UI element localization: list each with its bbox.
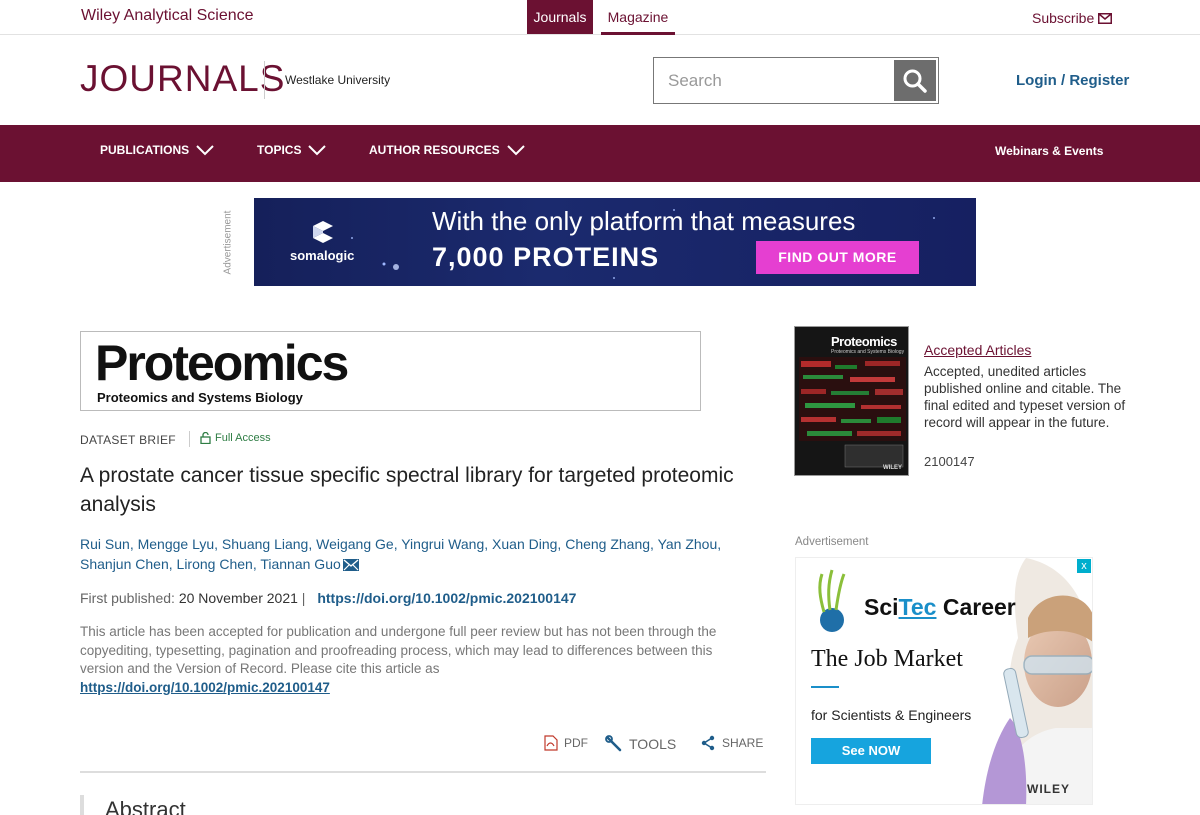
chevron-down-icon [506, 145, 525, 156]
brand-tec: Tec [898, 594, 937, 620]
journal-cover-image[interactable]: Proteomics Proteomics and Systems Biolog… [794, 326, 909, 476]
nav-publications-label: PUBLICATIONS [100, 143, 190, 157]
tab-magazine[interactable]: Magazine [601, 0, 675, 35]
accepted-article-notice: This article has been accepted for publi… [80, 623, 740, 697]
article-tools-bar: PDF TOOLS SHARE [544, 735, 766, 753]
author-link[interactable]: Cheng Zhang [565, 536, 650, 552]
search-button[interactable] [894, 60, 936, 101]
pdf-button[interactable]: PDF [544, 735, 588, 751]
author-link[interactable]: Tiannan Guo [260, 556, 340, 572]
first-published-date: 20 November 2021 [178, 590, 298, 606]
cover-title: Proteomics [831, 334, 897, 349]
cover-publisher: WILEY [883, 465, 902, 471]
separator: | [301, 590, 310, 606]
nav-topics-label: TOPICS [257, 143, 302, 157]
doi-link[interactable]: https://doi.org/10.1002/pmic.202100147 [317, 590, 576, 606]
abstract-accent-bar [80, 795, 84, 815]
author-link[interactable]: Yan Zhou [658, 536, 718, 552]
access-badge: Full Access [200, 432, 271, 444]
sidebar-ad-label: Advertisement [795, 536, 869, 548]
accepted-articles-link[interactable]: Accepted Articles [924, 342, 1031, 358]
brand-career: Career [936, 594, 1016, 620]
access-label: Full Access [215, 432, 271, 444]
nav-author-resources[interactable]: AUTHOR RESOURCES [369, 143, 526, 157]
wrench-icon [605, 735, 622, 752]
author-link[interactable]: Yingrui Wang [401, 536, 484, 552]
article-title: A prostate cancer tissue specific spectr… [80, 464, 734, 516]
unlock-icon [200, 432, 211, 444]
search-input[interactable] [654, 58, 894, 103]
top-ad-banner[interactable]: somalogic With the only platform that me… [254, 198, 976, 286]
author-link[interactable]: Rui Sun [80, 536, 130, 552]
chevron-down-icon [196, 145, 214, 156]
accepted-articles-description: Accepted, unedited articles published on… [924, 364, 1126, 430]
author-link[interactable]: Shanjun Chen [80, 556, 169, 572]
author-link[interactable]: Xuan Ding [492, 536, 557, 552]
search-icon [903, 69, 927, 93]
author-link[interactable]: Lirong Chen [177, 556, 253, 572]
tools-button[interactable]: TOOLS [605, 735, 676, 753]
somalogic-logo-icon [313, 221, 333, 243]
subscribe-link[interactable]: Subscribe [1032, 10, 1113, 26]
first-published-label: First published: [80, 590, 175, 606]
journals-logo[interactable]: JOURNALS [80, 58, 285, 100]
notice-doi-link[interactable]: https://doi.org/10.1002/pmic.202100147 [80, 679, 740, 698]
tools-label: TOOLS [629, 736, 677, 752]
top-bar: Wiley Analytical Science Journals Magazi… [0, 0, 1200, 35]
institution-name: Westlake University [285, 73, 391, 87]
search-box [653, 57, 939, 104]
envelope-icon [1098, 12, 1113, 24]
share-label: SHARE [722, 736, 764, 750]
ad-job-market-headline: The Job Market [811, 646, 963, 672]
nav-webinars-events[interactable]: Webinars & Events [995, 144, 1103, 158]
divider [189, 431, 190, 447]
cover-subtitle: Proteomics and Systems Biology [831, 349, 905, 355]
abstract-heading: Abstract [105, 797, 186, 815]
ad-brand: somalogic [290, 248, 355, 263]
ad-publisher: WILEY [1027, 782, 1070, 796]
ad-label-text: Advertisement [222, 210, 234, 275]
publication-info: First published: 20 November 2021 | http… [80, 590, 576, 606]
corresponding-author-mail-icon[interactable] [342, 559, 359, 571]
nav-author-resources-label: AUTHOR RESOURCES [369, 143, 500, 157]
share-icon [701, 735, 715, 751]
author-link[interactable]: Weigang Ge [316, 536, 394, 552]
article-number: 2100147 [924, 454, 975, 469]
chevron-down-icon [308, 145, 327, 156]
ad-headline: With the only platform that measures [432, 206, 856, 236]
share-button[interactable]: SHARE [700, 735, 763, 751]
ad-close-button[interactable]: x [1077, 559, 1091, 573]
brand-sci: Sci [864, 594, 899, 620]
author-list: Rui Sun, Mengge Lyu, Shuang Liang, Weiga… [80, 536, 722, 572]
journal-banner[interactable]: Proteomics Proteomics and Systems Biolog… [80, 331, 701, 411]
ad-find-out-more-button[interactable]: FIND OUT MORE [756, 241, 919, 274]
pdf-icon [544, 735, 558, 751]
logo-divider [264, 61, 265, 99]
ad-highlight: 7,000 PROTEINS [432, 242, 660, 272]
journal-title: Proteomics [95, 335, 349, 391]
article-type: DATASET BRIEF [80, 433, 176, 447]
sidebar-ad[interactable]: x SciTec Career The Job Market for Scien… [795, 557, 1093, 805]
pdf-label: PDF [564, 736, 588, 750]
scitec-career-logo: SciTec Career [864, 594, 1016, 621]
author-link[interactable]: Mengge Lyu [138, 536, 215, 552]
tab-journals[interactable]: Journals [527, 0, 593, 34]
ad-see-now-button[interactable]: See NOW [811, 738, 931, 764]
site-brand-link[interactable]: Wiley Analytical Science [81, 7, 254, 25]
section-divider [80, 771, 766, 773]
subscribe-label: Subscribe [1032, 10, 1095, 26]
journal-subtitle: Proteomics and Systems Biology [97, 390, 303, 405]
ad-accent-line [811, 686, 839, 688]
ad-label: Advertisement [222, 203, 240, 285]
nav-publications[interactable]: PUBLICATIONS [100, 143, 215, 157]
main-nav: PUBLICATIONS TOPICS AUTHOR RESOURCES Web… [0, 125, 1200, 182]
author-link[interactable]: Shuang Liang [222, 536, 308, 552]
login-register-link[interactable]: Login / Register [1016, 72, 1129, 89]
ad-subline: for Scientists & Engineers [811, 707, 972, 723]
nav-topics[interactable]: TOPICS [257, 143, 327, 157]
notice-text: This article has been accepted for publi… [80, 624, 717, 676]
